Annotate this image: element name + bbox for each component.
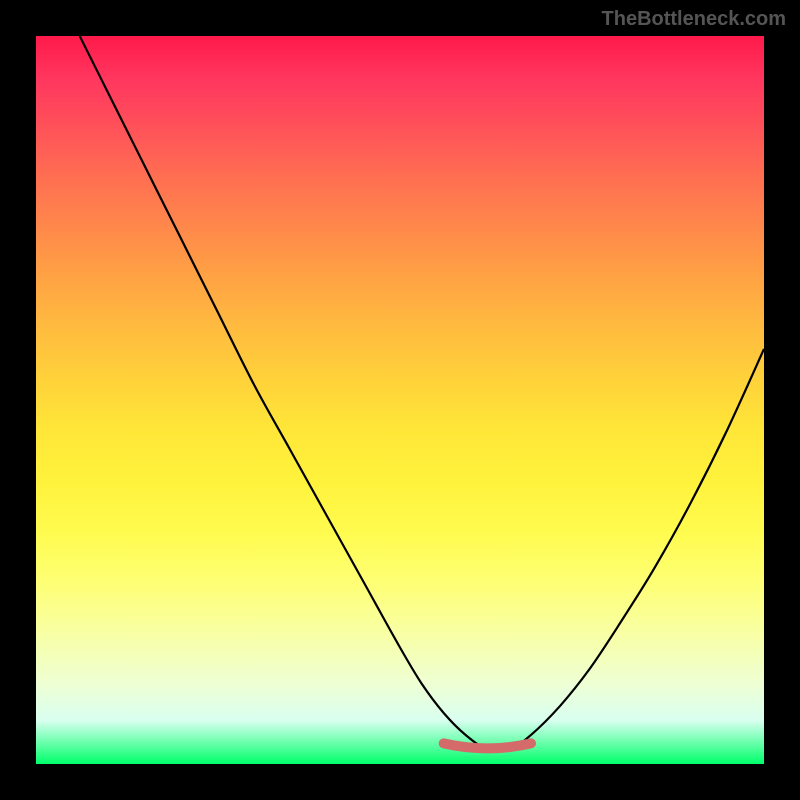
bottleneck-curve <box>80 36 764 751</box>
plot-area <box>36 36 764 764</box>
curve-svg <box>36 36 764 764</box>
watermark-text: TheBottleneck.com <box>602 8 786 31</box>
chart-container: TheBottleneck.com <box>0 0 800 800</box>
optimal-range-marker <box>444 743 531 748</box>
